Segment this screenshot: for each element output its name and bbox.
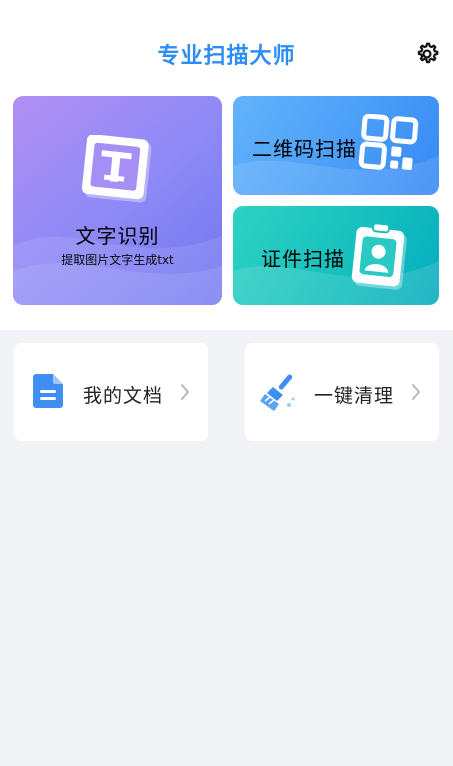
text-recognition-title: 文字识别	[75, 224, 160, 248]
chevron-right-icon	[412, 384, 420, 400]
qr-scan-label: 二维码扫描	[252, 137, 357, 161]
my-documents-label: 我的文档	[83, 385, 164, 407]
gear-icon	[417, 42, 439, 64]
text-recognition-subtitle: 提取图片文字生成txt	[61, 253, 174, 267]
broom-icon	[259, 373, 299, 417]
page-title: 专业扫描大师	[157, 44, 296, 69]
text-recognition-icon	[80, 134, 156, 209]
chevron-right-icon	[181, 384, 189, 400]
qr-code-icon	[358, 113, 420, 176]
one-click-clean-label: 一键清理	[314, 385, 395, 407]
document-icon	[32, 373, 64, 413]
one-click-clean-button[interactable]: 一键清理	[245, 343, 439, 441]
settings-button[interactable]	[412, 39, 442, 69]
id-card-icon	[348, 222, 414, 296]
my-documents-button[interactable]: 我的文档	[14, 343, 208, 441]
id-scan-label: 证件扫描	[261, 247, 345, 271]
